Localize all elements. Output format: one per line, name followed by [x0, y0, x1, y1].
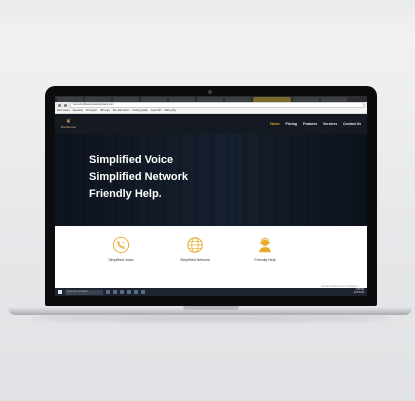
forward-icon[interactable]: [64, 103, 67, 107]
browser-address-bar: www.simplifiedvoiceandnetwork.com: [55, 102, 367, 108]
browser-tab[interactable]: [197, 96, 223, 102]
taskbar-search[interactable]: Type here to search: [65, 289, 103, 295]
browser-tab[interactable]: [225, 96, 251, 102]
browser-tab[interactable]: [321, 96, 347, 102]
logo-text: Bumble bee: [61, 125, 76, 129]
main-menu: Home Pricing Features Services Contact U…: [270, 122, 361, 126]
browser-tab[interactable]: [113, 96, 139, 102]
bookmark-item[interactable]: Most Visited: [57, 110, 69, 112]
browser-tab[interactable]: [293, 96, 319, 102]
menu-item-pricing[interactable]: Pricing: [286, 122, 298, 126]
bookmark-item[interactable]: Speedtest: [72, 110, 82, 112]
browser-tab[interactable]: [169, 96, 195, 102]
service-label: Simplified Network: [180, 258, 210, 262]
menu-item-contact[interactable]: Contact Us: [343, 122, 361, 126]
hero-banner: Simplified Voice Simplified Network Frie…: [55, 134, 367, 226]
laptop-screen: www.simplifiedvoiceandnetwork.com Most V…: [55, 96, 367, 296]
support-agent-icon: [259, 237, 271, 253]
hero-line-3: Friendly Help.: [89, 188, 162, 200]
hero-line-1: Simplified Voice: [89, 154, 174, 166]
background-band: [0, 0, 415, 40]
task-view-icon[interactable]: [106, 290, 110, 294]
hero-line-2: Simplified Network: [89, 171, 189, 183]
folder-app-icon[interactable]: [120, 290, 124, 294]
system-tray-clock[interactable]: 4:38 PM 4/17/2018: [354, 289, 364, 295]
site-header: ❦ Bumble bee Home Pricing Features Servi…: [55, 114, 367, 134]
browser-tab[interactable]: [85, 96, 111, 102]
tray-time: 4:38 PM: [355, 289, 364, 291]
bookmark-item[interactable]: Sibling Day: [164, 110, 176, 112]
phone-icon: [112, 236, 130, 254]
os-taskbar: Type here to search 4:38 PM 4/17/2018: [55, 288, 367, 296]
mail-app-icon[interactable]: [127, 290, 131, 294]
service-network[interactable]: Simplified Network: [165, 236, 225, 262]
services-section: Simplified Voice Simplified Network Frie…: [55, 226, 367, 296]
browser-tab[interactable]: [57, 96, 83, 102]
chrome-app-icon[interactable]: [141, 290, 145, 294]
menu-item-features[interactable]: Features: [303, 122, 317, 126]
bookmark-item[interactable]: Guest Wifi: [151, 110, 162, 112]
hero-headline: Simplified Voice Simplified Network Frie…: [55, 152, 367, 203]
webcam: [208, 90, 212, 94]
bookmark-item[interactable]: Finding Quality: [132, 110, 147, 112]
browser-tab[interactable]: [141, 96, 167, 102]
tray-date: 4/17/2018: [353, 292, 364, 294]
browser-tab-active[interactable]: [253, 96, 291, 102]
back-icon[interactable]: [58, 103, 61, 107]
bookmark-item[interactable]: Bee Web Admin: [113, 110, 129, 112]
windows-start-icon[interactable]: [58, 290, 62, 294]
laptop-hinge-notch: [183, 306, 239, 310]
browser-app-icon[interactable]: [113, 290, 117, 294]
laptop-shadow: [30, 315, 390, 321]
menu-item-services[interactable]: Services: [323, 122, 337, 126]
service-help[interactable]: Friendly Help: [235, 236, 295, 262]
url-field[interactable]: www.simplifiedvoiceandnetwork.com: [70, 102, 364, 108]
service-label: Simplified Voice: [108, 258, 134, 262]
site-logo[interactable]: ❦ Bumble bee: [61, 119, 76, 129]
bookmark-item[interactable]: IM Support: [86, 110, 97, 112]
menu-item-home[interactable]: Home: [270, 122, 279, 126]
globe-icon: [187, 237, 203, 253]
service-voice[interactable]: Simplified Voice: [91, 236, 151, 262]
service-label: Friendly Help: [254, 258, 276, 262]
store-app-icon[interactable]: [134, 290, 138, 294]
bookmark-item[interactable]: ISP Login: [100, 110, 110, 112]
